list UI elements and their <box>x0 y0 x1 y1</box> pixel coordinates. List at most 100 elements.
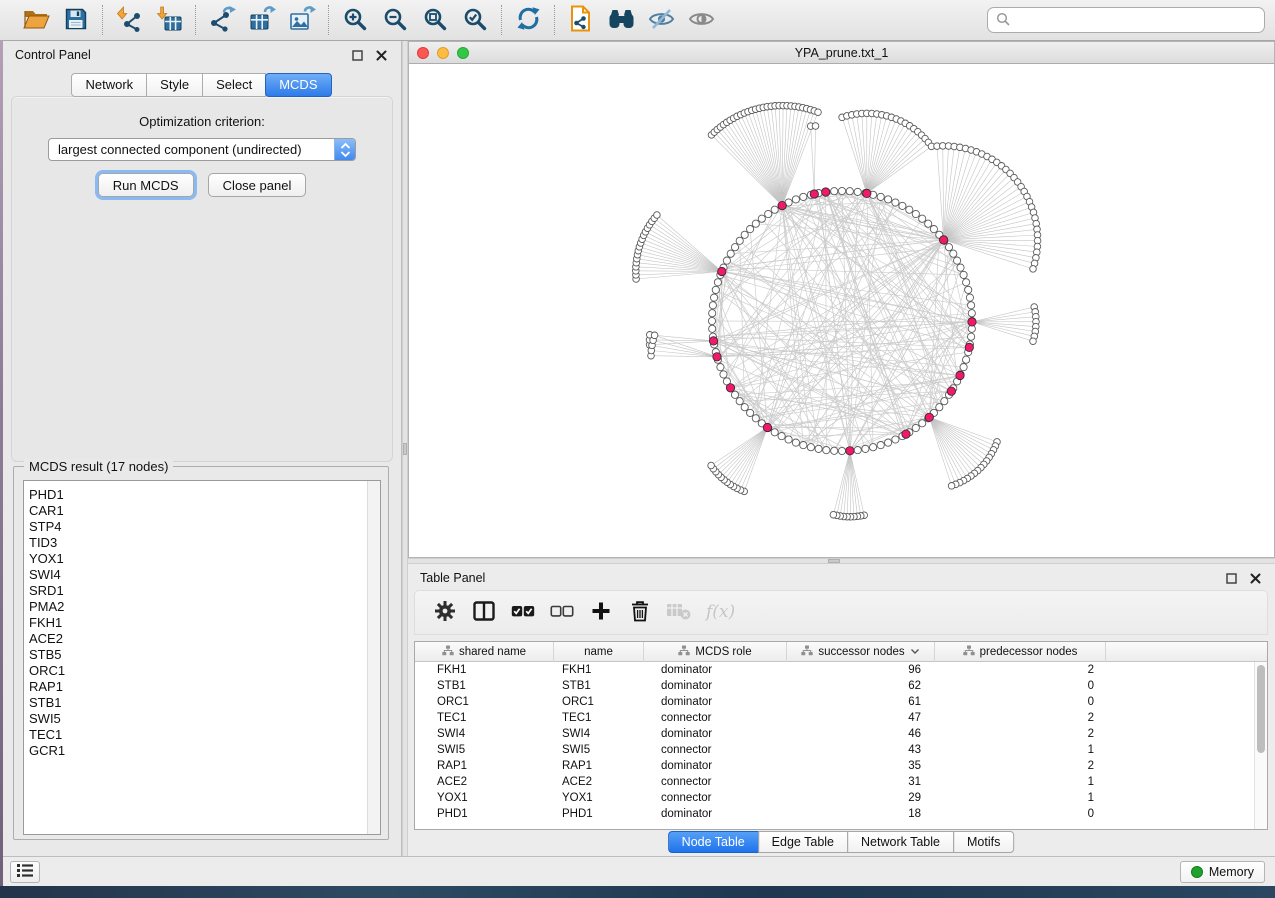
tab-mcds[interactable]: MCDS <box>265 73 331 97</box>
table-row[interactable]: SWI4SWI4dominator462 <box>415 726 1267 742</box>
deselect-boxes-button[interactable] <box>549 600 574 626</box>
mcds-result-item[interactable]: STP4 <box>29 519 366 535</box>
table-cell: YOX1 <box>554 790 644 806</box>
fx-button[interactable]: f(x) <box>705 600 741 626</box>
table-row[interactable]: TEC1TEC1connector472 <box>415 710 1267 726</box>
zoom-fit-button[interactable] <box>420 5 450 36</box>
plus-button[interactable] <box>588 600 613 626</box>
select-stepper-icon <box>334 138 355 161</box>
refresh-button[interactable] <box>513 5 543 36</box>
mcds-result-list[interactable]: PHD1CAR1STP4TID3YOX1SWI4SRD1PMA2FKH1ACE2… <box>23 480 381 835</box>
horizontal-splitter-handle[interactable] <box>828 559 840 563</box>
tab-network-table[interactable]: Network Table <box>847 831 954 853</box>
eye-button[interactable] <box>686 5 716 36</box>
tab-edge-table[interactable]: Edge Table <box>758 831 848 853</box>
table-row[interactable]: YOX1YOX1connector291 <box>415 790 1267 806</box>
mcds-result-item[interactable]: ORC1 <box>29 663 366 679</box>
table-body: FKH1FKH1dominator962STB1STB1dominator620… <box>415 662 1267 822</box>
tab-motifs[interactable]: Motifs <box>953 831 1014 853</box>
gear-button[interactable] <box>432 600 457 626</box>
mcds-result-item[interactable]: SWI4 <box>29 567 366 583</box>
eye-icon <box>688 8 715 33</box>
doc-network-button[interactable] <box>566 5 596 36</box>
mcds-result-item[interactable]: TID3 <box>29 535 366 551</box>
mcds-result-item[interactable]: STB1 <box>29 695 366 711</box>
vertical-splitter-handle[interactable] <box>403 443 407 455</box>
mcds-result-item[interactable]: PHD1 <box>29 487 366 503</box>
table-row[interactable]: ACE2ACE2connector311 <box>415 774 1267 790</box>
traffic-light-close[interactable] <box>417 47 429 59</box>
tab-style[interactable]: Style <box>146 73 203 97</box>
attribute-type-icon <box>442 645 454 659</box>
mcds-result-item[interactable]: RAP1 <box>29 679 366 695</box>
mcds-result-item[interactable]: FKH1 <box>29 615 366 631</box>
eye-slash-button[interactable] <box>646 5 676 36</box>
mcds-list-scrollbar[interactable] <box>367 481 380 834</box>
column-header-predecessor-nodes[interactable]: predecessor nodes <box>935 642 1106 662</box>
export-image-button[interactable] <box>287 5 317 36</box>
zoom-selected-button[interactable] <box>460 5 490 36</box>
export-table-button[interactable] <box>247 5 277 36</box>
table-row[interactable]: SWI5SWI5connector431 <box>415 742 1267 758</box>
split-columns-button[interactable] <box>471 600 496 626</box>
table-panel-float-button[interactable] <box>1223 571 1239 585</box>
export-network-button[interactable] <box>207 5 237 36</box>
mcds-result-item[interactable]: YOX1 <box>29 551 366 567</box>
tab-network[interactable]: Network <box>71 73 147 97</box>
traffic-light-minimize[interactable] <box>437 47 449 59</box>
open-folder-button[interactable] <box>21 5 51 36</box>
mcds-result-item[interactable]: GCR1 <box>29 743 366 759</box>
tab-select[interactable]: Select <box>202 73 266 97</box>
deselect-boxes-icon <box>550 605 574 621</box>
network-graph[interactable] <box>409 64 1274 557</box>
zoom-out-button[interactable] <box>380 5 410 36</box>
control-panel-title: Control Panel <box>15 48 91 62</box>
table-cell: 2 <box>935 758 1106 774</box>
search-input[interactable] <box>1015 13 1256 28</box>
control-panel-float-button[interactable] <box>349 48 365 62</box>
table-scrollbar[interactable] <box>1254 662 1267 829</box>
criterion-select[interactable]: largest connected component (undirected) <box>48 138 356 161</box>
import-network-button[interactable] <box>114 5 144 36</box>
table-cell: RAP1 <box>415 758 554 774</box>
select-all-boxes-button[interactable] <box>510 600 535 626</box>
column-header-shared-name[interactable]: shared name <box>415 642 554 662</box>
mcds-result-item[interactable]: SWI5 <box>29 711 366 727</box>
table-row[interactable]: STB1STB1dominator620 <box>415 678 1267 694</box>
table-row[interactable]: FKH1FKH1dominator962 <box>415 662 1267 678</box>
table-cell: 62 <box>787 678 935 694</box>
close-mcds-panel-button[interactable]: Close panel <box>208 173 307 197</box>
table-cell: TEC1 <box>415 710 554 726</box>
run-mcds-button[interactable]: Run MCDS <box>98 173 194 197</box>
table-cell: 96 <box>787 662 935 678</box>
mcds-result-item[interactable]: CAR1 <box>29 503 366 519</box>
trash-button[interactable] <box>627 600 652 626</box>
task-history-button[interactable] <box>10 861 40 883</box>
memory-button[interactable]: Memory <box>1180 861 1265 883</box>
mcds-result-item[interactable]: PMA2 <box>29 599 366 615</box>
mcds-result-item[interactable]: SRD1 <box>29 583 366 599</box>
table-cell: dominator <box>644 694 787 710</box>
table-panel-close-button[interactable] <box>1247 571 1263 585</box>
column-header-name[interactable]: name <box>554 642 644 662</box>
traffic-light-zoom[interactable] <box>457 47 469 59</box>
zoom-in-button[interactable] <box>340 5 370 36</box>
table-row[interactable]: PHD1PHD1dominator180 <box>415 806 1267 822</box>
delete-table-button[interactable] <box>666 600 691 626</box>
table-row[interactable]: RAP1RAP1dominator352 <box>415 758 1267 774</box>
binoculars-button[interactable] <box>606 5 636 36</box>
import-table-button[interactable] <box>154 5 184 36</box>
control-panel-close-button[interactable] <box>373 48 389 62</box>
table-scrollbar-thumb[interactable] <box>1257 665 1265 753</box>
tab-node-table[interactable]: Node Table <box>668 831 759 853</box>
import-network-icon <box>116 6 142 35</box>
mcds-result-item[interactable]: ACE2 <box>29 631 366 647</box>
column-header-MCDS-role[interactable]: MCDS role <box>644 642 787 662</box>
mcds-result-item[interactable]: TEC1 <box>29 727 366 743</box>
mcds-result-item[interactable]: STB5 <box>29 647 366 663</box>
network-canvas[interactable] <box>409 64 1274 557</box>
save-button[interactable] <box>61 5 91 36</box>
column-header-successor-nodes[interactable]: successor nodes <box>787 642 935 662</box>
table-row[interactable]: ORC1ORC1dominator610 <box>415 694 1267 710</box>
sort-icon <box>910 646 920 658</box>
